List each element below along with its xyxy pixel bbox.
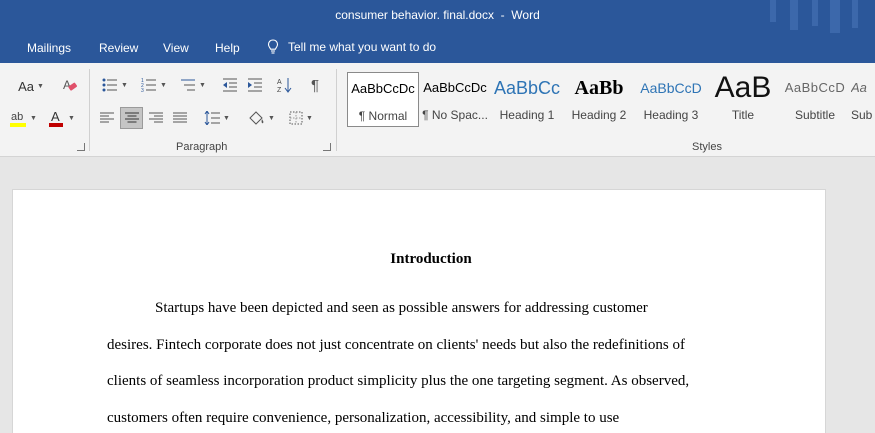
- chevron-down-icon: ▼: [30, 114, 37, 122]
- svg-text:A: A: [277, 79, 282, 86]
- show-formatting-marks-button[interactable]: ¶: [305, 75, 325, 95]
- style-name: Heading 2: [571, 108, 627, 122]
- justify-icon: [173, 112, 187, 123]
- numbering-button[interactable]: 1 2 3 ▼: [137, 75, 171, 95]
- style-name: Heading 1: [499, 108, 555, 122]
- style-name: Heading 3: [643, 108, 699, 122]
- tab-mailings[interactable]: Mailings: [27, 41, 71, 55]
- font-color-button[interactable]: A ▼: [44, 107, 78, 129]
- style-name: Title: [731, 108, 755, 122]
- style-name: Sub: [851, 108, 873, 122]
- justify-button[interactable]: [170, 108, 190, 128]
- svg-text:3: 3: [141, 88, 144, 92]
- align-left-icon: [100, 112, 114, 123]
- style-preview: AaBb: [574, 77, 624, 99]
- style-subtitle[interactable]: AaBbCcD Subtitle: [779, 72, 851, 127]
- highlighter-icon: ab: [10, 111, 27, 127]
- style-preview: AaBbCcD: [784, 80, 846, 95]
- chevron-down-icon: ▼: [268, 114, 275, 122]
- paragraph-line: clients of seamless incorporation produc…: [107, 373, 690, 389]
- styles-group-label: Styles: [692, 141, 722, 153]
- chevron-down-icon: ▼: [223, 114, 230, 122]
- svg-text:A: A: [63, 78, 71, 92]
- align-center-button[interactable]: [120, 107, 143, 129]
- multilevel-list-icon: [181, 79, 196, 91]
- tab-view[interactable]: View: [163, 41, 189, 55]
- decrease-indent-icon: [223, 78, 237, 92]
- chevron-down-icon: ▼: [36, 82, 44, 90]
- ribbon-separator: [89, 69, 90, 151]
- sort-icon: A Z: [277, 78, 292, 93]
- increase-indent-button[interactable]: [245, 75, 265, 95]
- tell-me-label: Tell me what you want to do: [288, 40, 437, 54]
- document-heading: Introduction: [390, 251, 472, 267]
- style-name: Subtitle: [794, 108, 836, 122]
- change-case-label: Aa: [18, 78, 34, 94]
- style-subtle-emphasis[interactable]: Aa Sub: [851, 72, 875, 127]
- increase-indent-icon: [248, 78, 262, 92]
- style-heading-1[interactable]: AaBbCc Heading 1: [491, 72, 563, 127]
- decrease-indent-button[interactable]: [220, 75, 240, 95]
- font-color-icon: A: [49, 109, 64, 127]
- style-preview: AaBbCcDc: [351, 81, 415, 96]
- paragraph-line: customers often require convenience, per…: [107, 410, 620, 426]
- svg-text:ab: ab: [11, 111, 23, 123]
- sort-button[interactable]: A Z: [275, 75, 295, 95]
- align-right-icon: [149, 112, 163, 123]
- bullet-list-icon: [102, 78, 118, 92]
- change-case-button[interactable]: Aa ▼: [16, 77, 46, 95]
- borders-icon: [289, 111, 303, 125]
- align-right-button[interactable]: [146, 108, 166, 128]
- chevron-down-icon: ▼: [160, 81, 167, 89]
- ribbon: Aa ▼ A ab ▼ A ▼ ▼ 1 2 3 ▼ ▼ A Z ¶ ▼ ▼ ▼ …: [0, 63, 875, 157]
- line-spacing-button[interactable]: ▼: [200, 107, 234, 129]
- style-heading-3[interactable]: AaBbCcD Heading 3: [635, 72, 707, 127]
- document-area[interactable]: Introduction Startups have been depicted…: [0, 158, 875, 433]
- style-name: ¶ Normal: [358, 109, 408, 123]
- style-preview: Aa: [851, 80, 867, 95]
- lightbulb-icon: [267, 39, 279, 54]
- clear-formatting-button[interactable]: A: [60, 75, 80, 95]
- chevron-down-icon: ▼: [199, 81, 206, 89]
- tell-me-box[interactable]: Tell me what you want to do: [267, 39, 436, 55]
- tab-review[interactable]: Review: [99, 41, 138, 55]
- align-center-icon: [124, 112, 139, 123]
- style-preview: AaBbCc: [493, 78, 561, 98]
- style-preview: AaB: [714, 72, 772, 104]
- title-bar: consumer behavior. final.docx - Word: [0, 0, 875, 33]
- tab-help[interactable]: Help: [215, 41, 240, 55]
- style-no-spacing[interactable]: AaBbCcDc ¶ No Spac...: [419, 72, 491, 127]
- paragraph-group-label: Paragraph: [176, 141, 228, 153]
- eraser-icon: A: [63, 78, 78, 92]
- chevron-down-icon: ▼: [306, 114, 313, 122]
- style-name: ¶ No Spac...: [422, 108, 488, 122]
- line-spacing-icon: [204, 111, 221, 125]
- style-normal[interactable]: AaBbCcDc ¶ Normal: [347, 72, 419, 127]
- style-heading-2[interactable]: AaBb Heading 2: [563, 72, 635, 127]
- svg-text:A: A: [51, 109, 60, 124]
- style-title[interactable]: AaB Title: [707, 72, 779, 127]
- chevron-down-icon: ▼: [121, 81, 128, 89]
- borders-button[interactable]: ▼: [284, 107, 318, 129]
- window-title: consumer behavior. final.docx - Word: [335, 8, 540, 22]
- font-dialog-launcher[interactable]: [77, 143, 85, 151]
- highlight-color-button[interactable]: ab ▼: [6, 107, 40, 129]
- pilcrow-icon: ¶: [310, 76, 320, 94]
- paragraph-dialog-launcher[interactable]: [323, 143, 331, 151]
- chevron-down-icon: ▼: [68, 114, 75, 122]
- ribbon-separator: [336, 69, 337, 151]
- align-left-button[interactable]: [97, 108, 117, 128]
- style-preview: AaBbCcD: [640, 80, 702, 96]
- bullets-button[interactable]: ▼: [98, 75, 132, 95]
- shading-button[interactable]: ▼: [244, 107, 278, 129]
- paint-bucket-icon: [249, 111, 264, 125]
- svg-text:Z: Z: [277, 87, 282, 93]
- ribbon-tabs: Mailings Review View Help Tell me what y…: [0, 33, 875, 63]
- multilevel-list-button[interactable]: ▼: [176, 75, 210, 95]
- numbered-list-icon: 1 2 3: [141, 78, 157, 92]
- paragraph-line: desires. Fintech corporate does not just…: [107, 337, 685, 353]
- paragraph-line: Startups have been depicted and seen as …: [155, 300, 648, 316]
- style-preview: AaBbCcDc: [423, 80, 487, 95]
